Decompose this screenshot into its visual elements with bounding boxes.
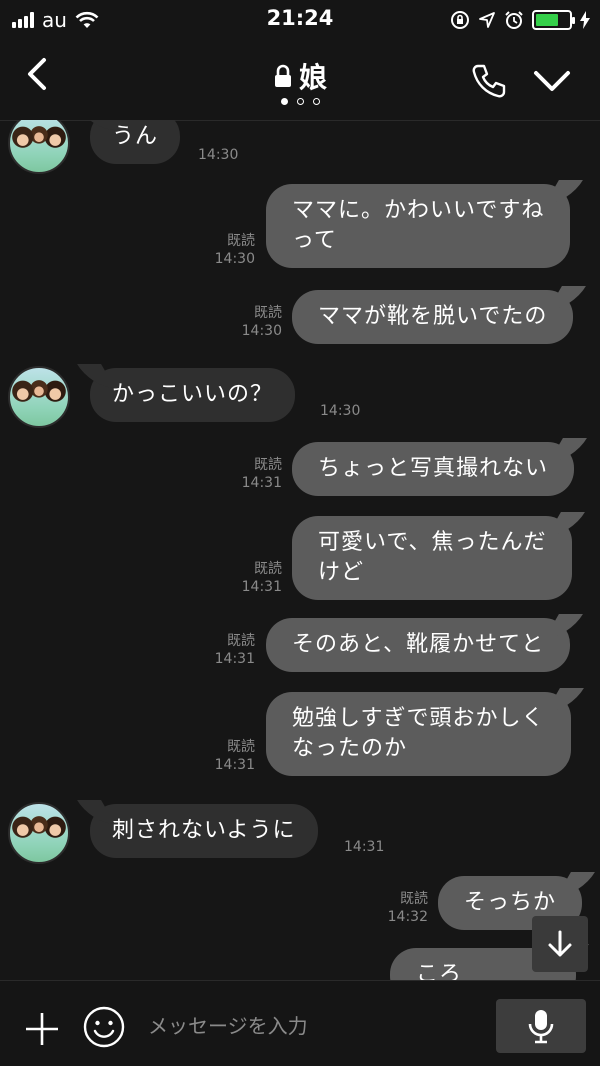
microphone-icon bbox=[528, 1010, 554, 1044]
message-meta: 14:30 bbox=[320, 402, 360, 420]
message-bubble-outgoing[interactable]: そのあと、靴履かせてと bbox=[266, 618, 571, 672]
chat-header: 娘 bbox=[0, 40, 600, 121]
status-bar: au 21:24 bbox=[0, 0, 600, 40]
message-meta: 既読 14:31 bbox=[232, 560, 282, 596]
chat-title-text: 娘 bbox=[298, 61, 327, 94]
rotation-lock-icon bbox=[451, 11, 469, 29]
message-meta: 14:30 bbox=[198, 146, 238, 164]
message-bubble-outgoing[interactable]: ママが靴を脱いでたの bbox=[292, 290, 574, 344]
message-composer bbox=[0, 980, 600, 1066]
read-receipt: 既読 bbox=[400, 891, 428, 907]
smiley-icon[interactable] bbox=[82, 1005, 126, 1049]
plus-icon[interactable] bbox=[22, 1009, 62, 1049]
message-text: ママが靴を脱いでたの bbox=[318, 304, 548, 329]
message-input[interactable] bbox=[148, 1011, 478, 1041]
message-meta: 既読 14:31 bbox=[205, 632, 255, 668]
message-text: そっちか bbox=[464, 890, 557, 915]
message-time: 14:31 bbox=[214, 651, 255, 667]
message-bubble-outgoing[interactable]: ママに。かわいいですね って bbox=[266, 184, 571, 268]
chevron-down-icon[interactable] bbox=[532, 64, 572, 98]
message-bubble-outgoing[interactable]: ちょっと写真撮れない bbox=[292, 442, 575, 496]
message-meta: 既読 14:31 bbox=[205, 738, 255, 774]
message-meta: 既読 14:30 bbox=[232, 304, 282, 340]
message-text-line: って bbox=[292, 228, 337, 253]
read-receipt: 既読 bbox=[227, 739, 255, 755]
read-receipt: 既読 bbox=[254, 561, 282, 577]
message-list[interactable]: うん 14:30 既読 14:30 ママに。かわいいですね って 既読 14:3… bbox=[0, 120, 600, 980]
chat-title[interactable]: 娘 bbox=[0, 56, 600, 96]
message-text-line: なったのか bbox=[292, 736, 408, 761]
message-text: ちょっと写真撮れない bbox=[318, 456, 549, 481]
battery-icon bbox=[532, 10, 575, 30]
read-receipt: 既読 bbox=[227, 233, 255, 249]
microphone-button[interactable] bbox=[496, 999, 586, 1053]
message-text: かっこいいの？ bbox=[112, 382, 274, 407]
message-bubble-outgoing[interactable]: 勉強しすぎで頭おかしく なったのか bbox=[266, 692, 571, 776]
read-receipt: 既読 bbox=[227, 633, 255, 649]
message-meta: 既読 14:32 bbox=[378, 890, 428, 926]
message-bubble-incoming[interactable]: かっこいいの？ bbox=[90, 368, 296, 422]
message-text: ころ bbox=[416, 962, 463, 980]
message-time: 14:30 bbox=[214, 251, 255, 267]
arrow-down-icon bbox=[548, 930, 572, 957]
avatar[interactable] bbox=[8, 366, 70, 428]
message-text: そのあと、靴履かせてと bbox=[292, 632, 545, 657]
message-bubble-outgoing[interactable]: 可愛いで、焦ったんだ けど bbox=[292, 516, 573, 600]
message-meta: 既読 14:31 bbox=[232, 456, 282, 492]
status-right bbox=[450, 6, 590, 34]
message-text-line: ママに。かわいいですね bbox=[292, 198, 545, 223]
message-bubble-incoming[interactable]: 刺されないように bbox=[90, 804, 318, 858]
message-text-line: 勉強しすぎで頭おかしく bbox=[292, 706, 545, 731]
message-time: 14:30 bbox=[198, 147, 239, 163]
message-meta: 既読 14:30 bbox=[205, 232, 255, 268]
message-bubble-incoming[interactable]: うん bbox=[90, 120, 181, 164]
read-receipt: 既読 bbox=[254, 457, 282, 473]
avatar[interactable] bbox=[8, 120, 70, 174]
message-text-line: 可愛いで、焦ったんだ bbox=[318, 530, 547, 555]
message-time: 14:30 bbox=[320, 403, 361, 419]
phone-icon[interactable] bbox=[470, 62, 508, 100]
message-time: 14:31 bbox=[241, 579, 282, 595]
message-text: 刺されないように bbox=[112, 818, 296, 843]
message-time: 14:31 bbox=[214, 757, 255, 773]
scroll-to-bottom-button[interactable] bbox=[532, 916, 588, 972]
message-meta: 14:31 bbox=[344, 838, 384, 856]
alarm-icon bbox=[505, 11, 523, 29]
message-text: うん bbox=[112, 124, 159, 149]
message-time: 14:32 bbox=[387, 909, 428, 925]
page-indicator bbox=[0, 98, 600, 105]
charging-icon bbox=[580, 11, 590, 29]
message-text-line: けど bbox=[318, 560, 365, 585]
location-icon bbox=[479, 12, 495, 28]
avatar[interactable] bbox=[8, 802, 70, 864]
message-time: 14:31 bbox=[344, 839, 385, 855]
message-time: 14:30 bbox=[241, 323, 282, 339]
read-receipt: 既読 bbox=[254, 305, 282, 321]
lock-icon bbox=[274, 64, 291, 87]
message-time: 14:31 bbox=[241, 475, 282, 491]
